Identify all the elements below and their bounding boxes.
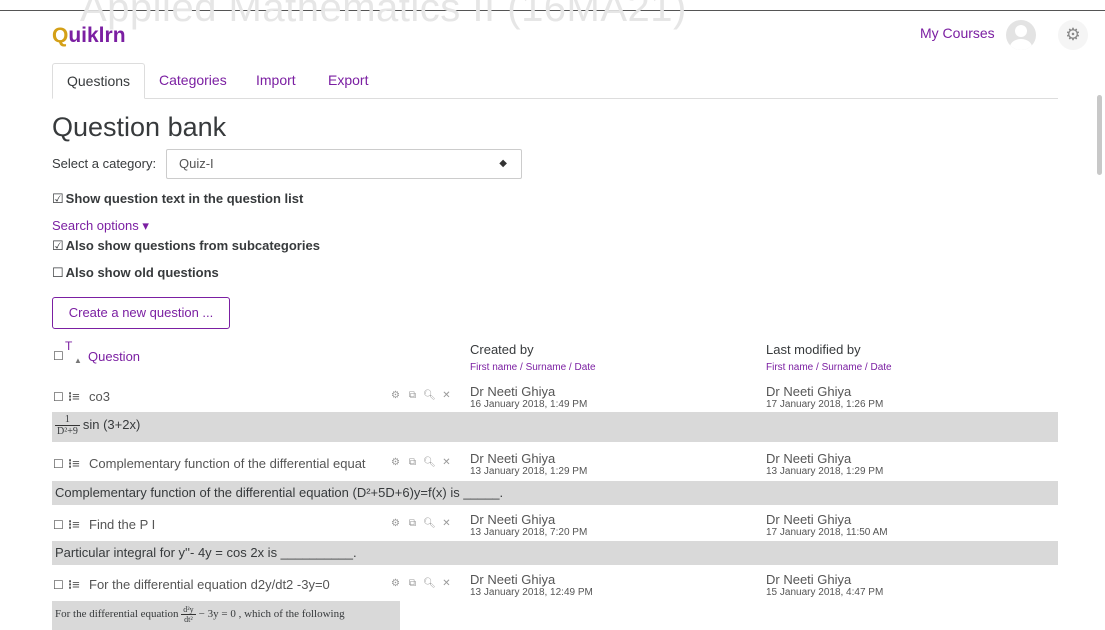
question-name: co3	[89, 389, 110, 404]
page-title: Question bank	[52, 112, 227, 142]
table-row: ☐ ⁝≡ co3 ⚙ ⧉ 🔍︎ ✕ Dr Neeti Ghiya 16 January…	[52, 382, 1058, 412]
avatar-shoulders-shape	[1010, 39, 1032, 50]
multiple-choice-icon: ⁝≡	[68, 389, 80, 404]
tab-categories[interactable]: Categories	[159, 63, 227, 97]
sort-by-question-link[interactable]: Question	[88, 349, 140, 364]
tab-export[interactable]: Export	[328, 63, 368, 97]
row-checkbox[interactable]: ☐	[53, 457, 64, 471]
modified-by-sort-links[interactable]: First name / Surname / Date	[766, 362, 892, 373]
question-text-row: For the differential equation d²y dt² − 3y…	[52, 601, 400, 630]
page-scrollbar[interactable]	[1097, 95, 1102, 175]
search-options-toggle[interactable]: Search options ▾	[52, 218, 149, 234]
row-actions: ⚙ ⧉ 🔍︎ ✕	[387, 390, 467, 401]
edit-gear-icon[interactable]: ⚙	[387, 390, 404, 401]
settings-gear-icon[interactable]: ⚙	[1058, 20, 1088, 50]
modified-date: 15 January 2018, 4:47 PM	[766, 587, 884, 598]
table-row: ☐ ⁝≡ Complementary function of the diffe…	[52, 449, 1058, 479]
row-checkbox[interactable]: ☐	[53, 390, 64, 404]
preview-search-icon[interactable]: 🔍︎	[421, 578, 438, 589]
row-checkbox[interactable]: ☐	[53, 518, 64, 532]
select-all-checkbox[interactable]: ☐	[53, 349, 64, 363]
preview-search-icon[interactable]: 🔍︎	[421, 390, 438, 401]
modified-by-name: Dr Neeti Ghiya	[766, 572, 852, 587]
my-courses-link[interactable]: My Courses	[920, 25, 995, 41]
modified-by-name: Dr Neeti Ghiya	[766, 451, 852, 466]
fraction: d²y dt²	[181, 605, 196, 624]
show-question-text-checkbox[interactable]: ☑ Show question text in the question list	[52, 191, 303, 207]
category-value: Quiz-I	[179, 156, 214, 171]
edit-gear-icon[interactable]: ⚙	[387, 578, 404, 589]
created-date: 13 January 2018, 1:29 PM	[470, 466, 588, 477]
select-arrows-icon: ◆	[499, 158, 507, 169]
created-by-name: Dr Neeti Ghiya	[470, 512, 556, 527]
created-date: 13 January 2018, 12:49 PM	[470, 587, 593, 598]
preview-search-icon[interactable]: 🔍︎	[421, 518, 438, 529]
row-actions: ⚙ ⧉ 🔍︎ ✕	[387, 457, 467, 468]
modified-by-name: Dr Neeti Ghiya	[766, 384, 852, 399]
created-by-sort-links[interactable]: First name / Surname / Date	[470, 362, 596, 373]
edit-gear-icon[interactable]: ⚙	[387, 518, 404, 529]
category-label: Select a category:	[52, 156, 157, 171]
question-text-row: Particular integral for y''- 4y = cos 2x…	[52, 541, 1058, 565]
table-row: ☐ ⁝≡ Find the P I ⚙ ⧉ 🔍︎ ✕ Dr Neeti Ghiya 1…	[52, 510, 1058, 540]
duplicate-icon[interactable]: ⧉	[404, 457, 421, 468]
created-date: 16 January 2018, 1:49 PM	[470, 399, 588, 410]
multiple-choice-icon: ⁝≡	[68, 577, 80, 592]
create-new-question-button[interactable]: Create a new question ...	[52, 297, 230, 329]
duplicate-icon[interactable]: ⧉	[404, 390, 421, 401]
delete-icon[interactable]: ✕	[438, 390, 455, 401]
preview-search-icon[interactable]: 🔍︎	[421, 457, 438, 468]
question-name: Complementary function of the differenti…	[89, 456, 366, 471]
delete-icon[interactable]: ✕	[438, 578, 455, 589]
show-old-questions-checkbox[interactable]: ☐ Also show old questions	[52, 265, 219, 281]
created-by-name: Dr Neeti Ghiya	[470, 572, 556, 587]
delete-icon[interactable]: ✕	[438, 457, 455, 468]
show-subcategories-checkbox[interactable]: ☑ Also show questions from subcategories	[52, 238, 320, 254]
avatar-head-shape	[1015, 25, 1027, 37]
user-avatar[interactable]	[1006, 20, 1036, 50]
tab-questions[interactable]: Questions	[52, 63, 146, 99]
modified-by-header: Last modified by	[766, 342, 861, 357]
duplicate-icon[interactable]: ⧉	[404, 518, 421, 529]
tab-import[interactable]: Import	[256, 63, 296, 97]
delete-icon[interactable]: ✕	[438, 518, 455, 529]
question-name: For the differential equation d2y/dt2 -3…	[89, 577, 330, 592]
duplicate-icon[interactable]: ⧉	[404, 578, 421, 589]
created-by-name: Dr Neeti Ghiya	[470, 384, 556, 399]
question-name: Find the P I	[89, 517, 156, 532]
modified-date: 13 January 2018, 1:29 PM	[766, 466, 884, 477]
fraction: 1 D²+9	[55, 414, 80, 437]
sort-ascending-icon: ▲	[74, 356, 82, 365]
created-by-header: Created by	[470, 342, 534, 357]
row-checkbox[interactable]: ☐	[53, 578, 64, 592]
category-select[interactable]: Quiz-I ◆	[166, 149, 522, 179]
faded-course-title: Applied Mathematics II (16MA21)	[80, 0, 687, 30]
table-row: ☐ ⁝≡ For the differential equation d2y/d…	[52, 570, 1058, 600]
created-date: 13 January 2018, 7:20 PM	[470, 527, 588, 538]
multiple-choice-icon: ⁝≡	[68, 456, 80, 471]
edit-gear-icon[interactable]: ⚙	[387, 457, 404, 468]
modified-date: 17 January 2018, 1:26 PM	[766, 399, 884, 410]
row-actions: ⚙ ⧉ 🔍︎ ✕	[387, 578, 467, 589]
question-text-row: Complementary function of the differenti…	[52, 481, 1058, 505]
quiklrn-logo[interactable]: Quiklrn	[52, 24, 126, 48]
sort-by-type-link[interactable]: T	[65, 339, 72, 353]
question-bank-tabs: Questions Categories Import Export	[52, 63, 1058, 99]
created-by-name: Dr Neeti Ghiya	[470, 451, 556, 466]
row-actions: ⚙ ⧉ 🔍︎ ✕	[387, 518, 467, 529]
multiple-choice-icon: ⁝≡	[68, 517, 80, 532]
modified-by-name: Dr Neeti Ghiya	[766, 512, 852, 527]
modified-date: 17 January 2018, 11:50 AM	[766, 527, 888, 538]
question-text-row: 1 D²+9 sin (3+2x)	[52, 412, 1058, 442]
